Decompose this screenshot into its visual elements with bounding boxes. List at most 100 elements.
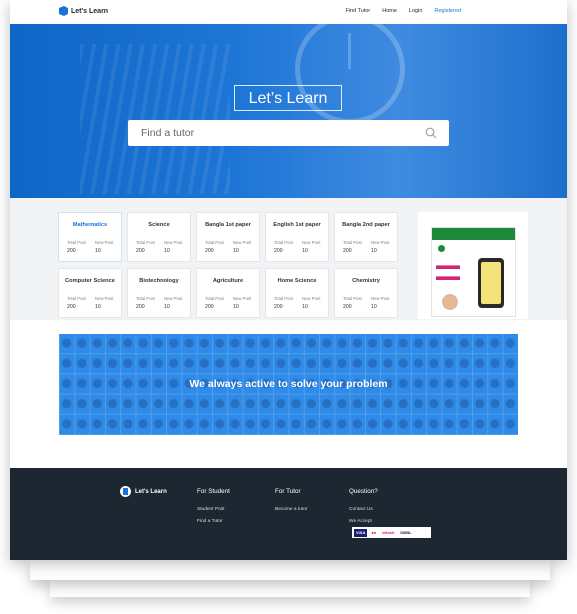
total-post-value: 200 bbox=[343, 304, 352, 310]
nav-login[interactable]: Login bbox=[409, 8, 422, 14]
subject-card[interactable]: Mathematics Total Post New Post 200 10 bbox=[58, 212, 122, 262]
footer-link-student-post[interactable]: Student Post bbox=[197, 507, 230, 512]
new-post-value: 10 bbox=[95, 304, 101, 310]
new-post-value: 10 bbox=[371, 248, 377, 254]
brand-logo[interactable]: Let's Learn bbox=[59, 6, 108, 16]
new-post-value: 10 bbox=[371, 304, 377, 310]
logo-icon bbox=[59, 6, 68, 16]
new-post-label: New Post bbox=[164, 240, 183, 245]
total-post-label: Total Post bbox=[274, 296, 293, 301]
subject-card[interactable]: Computer Science Total Post New Post 200… bbox=[58, 268, 122, 318]
total-post-value: 200 bbox=[67, 248, 76, 254]
total-post-label: Total Post bbox=[343, 296, 362, 301]
total-post-label: Total Post bbox=[274, 240, 293, 245]
total-post-label: Total Post bbox=[205, 296, 224, 301]
new-post-value: 10 bbox=[164, 248, 170, 254]
footer-heading: For Tutor bbox=[275, 488, 301, 495]
hero-background-pencils bbox=[80, 44, 230, 194]
total-post-label: Total Post bbox=[205, 240, 224, 245]
footer-link-find-tutor[interactable]: Find a Tutor bbox=[197, 519, 230, 524]
total-post-value: 200 bbox=[136, 304, 145, 310]
new-post-value: 10 bbox=[95, 248, 101, 254]
new-post-label: New Post bbox=[164, 296, 183, 301]
top-navbar: Let's Learn Find Tutor Home Login Regist… bbox=[10, 0, 567, 24]
subject-grid: Mathematics Total Post New Post 200 10 S… bbox=[58, 212, 403, 320]
footer-heading: For Student bbox=[197, 488, 230, 495]
total-post-value: 200 bbox=[67, 304, 76, 310]
new-post-label: New Post bbox=[302, 240, 321, 245]
total-post-label: Total Post bbox=[67, 296, 86, 301]
brand-name: Let's Learn bbox=[71, 7, 109, 15]
subject-name: Home Science bbox=[277, 278, 317, 284]
new-post-label: New Post bbox=[302, 296, 321, 301]
total-post-value: 200 bbox=[274, 248, 283, 254]
subject-name: Biotechnology bbox=[139, 278, 179, 284]
subject-card[interactable]: Agriculture Total Post New Post 200 10 bbox=[196, 268, 260, 318]
footer-col-tutor: For Tutor Become a tutor bbox=[275, 488, 308, 519]
total-post-label: Total Post bbox=[136, 296, 155, 301]
subject-card[interactable]: Bangla 1st paper Total Post New Post 200… bbox=[196, 212, 260, 262]
subject-card[interactable]: Biotechnology Total Post New Post 200 10 bbox=[127, 268, 191, 318]
new-post-value: 10 bbox=[233, 248, 239, 254]
new-post-label: New Post bbox=[233, 296, 252, 301]
footer-link-contact[interactable]: Contact Us bbox=[349, 507, 378, 512]
total-post-value: 200 bbox=[205, 248, 214, 254]
advertisement-panel[interactable]: ▬▬ ▬▬ bbox=[418, 212, 528, 319]
search-box bbox=[128, 120, 449, 146]
total-post-label: Total Post bbox=[67, 240, 86, 245]
new-post-label: New Post bbox=[95, 296, 114, 301]
new-post-value: 10 bbox=[302, 304, 308, 310]
subject-name: Agriculture bbox=[212, 278, 244, 284]
new-post-label: New Post bbox=[371, 240, 390, 245]
search-icon[interactable] bbox=[425, 127, 437, 139]
subject-name: Bangla 2nd paper bbox=[342, 222, 390, 228]
subject-card[interactable]: Bangla 2nd paper Total Post New Post 200… bbox=[334, 212, 398, 262]
subject-name: Computer Science bbox=[65, 278, 115, 284]
page-mockup: Let's Learn Find Tutor Home Login Regist… bbox=[10, 0, 567, 560]
community-banner: We always active to solve your problem bbox=[59, 334, 518, 435]
ad-header-band bbox=[432, 228, 515, 240]
footer-col-question: Question? Contact Us We Accept bbox=[349, 488, 378, 531]
total-post-label: Total Post bbox=[343, 240, 362, 245]
new-post-label: New Post bbox=[371, 296, 390, 301]
subject-card[interactable]: Science Total Post New Post 200 10 bbox=[127, 212, 191, 262]
footer-we-accept: We Accept bbox=[349, 519, 372, 524]
new-post-value: 10 bbox=[233, 304, 239, 310]
footer-link-become-tutor[interactable]: Become a tutor bbox=[275, 507, 308, 512]
banner-text: We always active to solve your problem bbox=[189, 378, 388, 390]
subject-name: Science bbox=[148, 222, 170, 228]
new-post-value: 10 bbox=[302, 248, 308, 254]
total-post-value: 200 bbox=[274, 304, 283, 310]
total-post-value: 200 bbox=[343, 248, 352, 254]
subject-card[interactable]: English 1st paper Total Post New Post 20… bbox=[265, 212, 329, 262]
nav-links: Find Tutor Home Login Registered bbox=[345, 8, 461, 14]
hero-title: Let’s Learn bbox=[234, 85, 342, 111]
payment-methods: VISA ●● bKash DBBL bbox=[352, 527, 431, 538]
new-post-label: New Post bbox=[95, 240, 114, 245]
footer-brand[interactable]: Let's Learn bbox=[120, 486, 167, 497]
dbbl-logo: DBBL bbox=[398, 528, 414, 537]
ad-logo-icon bbox=[438, 245, 445, 252]
footer-logo-icon bbox=[120, 486, 131, 497]
subject-card[interactable]: Home Science Total Post New Post 200 10 bbox=[265, 268, 329, 318]
nav-home[interactable]: Home bbox=[382, 8, 397, 14]
phone-icon bbox=[478, 258, 504, 308]
subject-name: Mathematics bbox=[72, 222, 108, 228]
subject-name: Bangla 1st paper bbox=[205, 222, 251, 228]
search-input[interactable] bbox=[128, 120, 418, 146]
person-illustration bbox=[442, 294, 458, 310]
footer-col-student: For Student Student Post Find a Tutor bbox=[197, 488, 230, 531]
advertisement-image: ▬▬ ▬▬ bbox=[431, 227, 516, 317]
page-shadow-layer-2 bbox=[30, 560, 550, 580]
footer-brand-name: Let's Learn bbox=[135, 488, 167, 495]
total-post-value: 200 bbox=[205, 304, 214, 310]
new-post-value: 10 bbox=[164, 304, 170, 310]
total-post-value: 200 bbox=[136, 248, 145, 254]
hero-section: Let’s Learn bbox=[10, 14, 567, 198]
footer-heading: Question? bbox=[349, 488, 378, 495]
ad-bangla-lettering: ▬▬ ▬▬ bbox=[436, 258, 460, 283]
nav-registered[interactable]: Registered bbox=[434, 8, 461, 14]
subject-card[interactable]: Chemistry Total Post New Post 200 10 bbox=[334, 268, 398, 318]
total-post-label: Total Post bbox=[136, 240, 155, 245]
subject-name: Chemistry bbox=[352, 278, 380, 284]
